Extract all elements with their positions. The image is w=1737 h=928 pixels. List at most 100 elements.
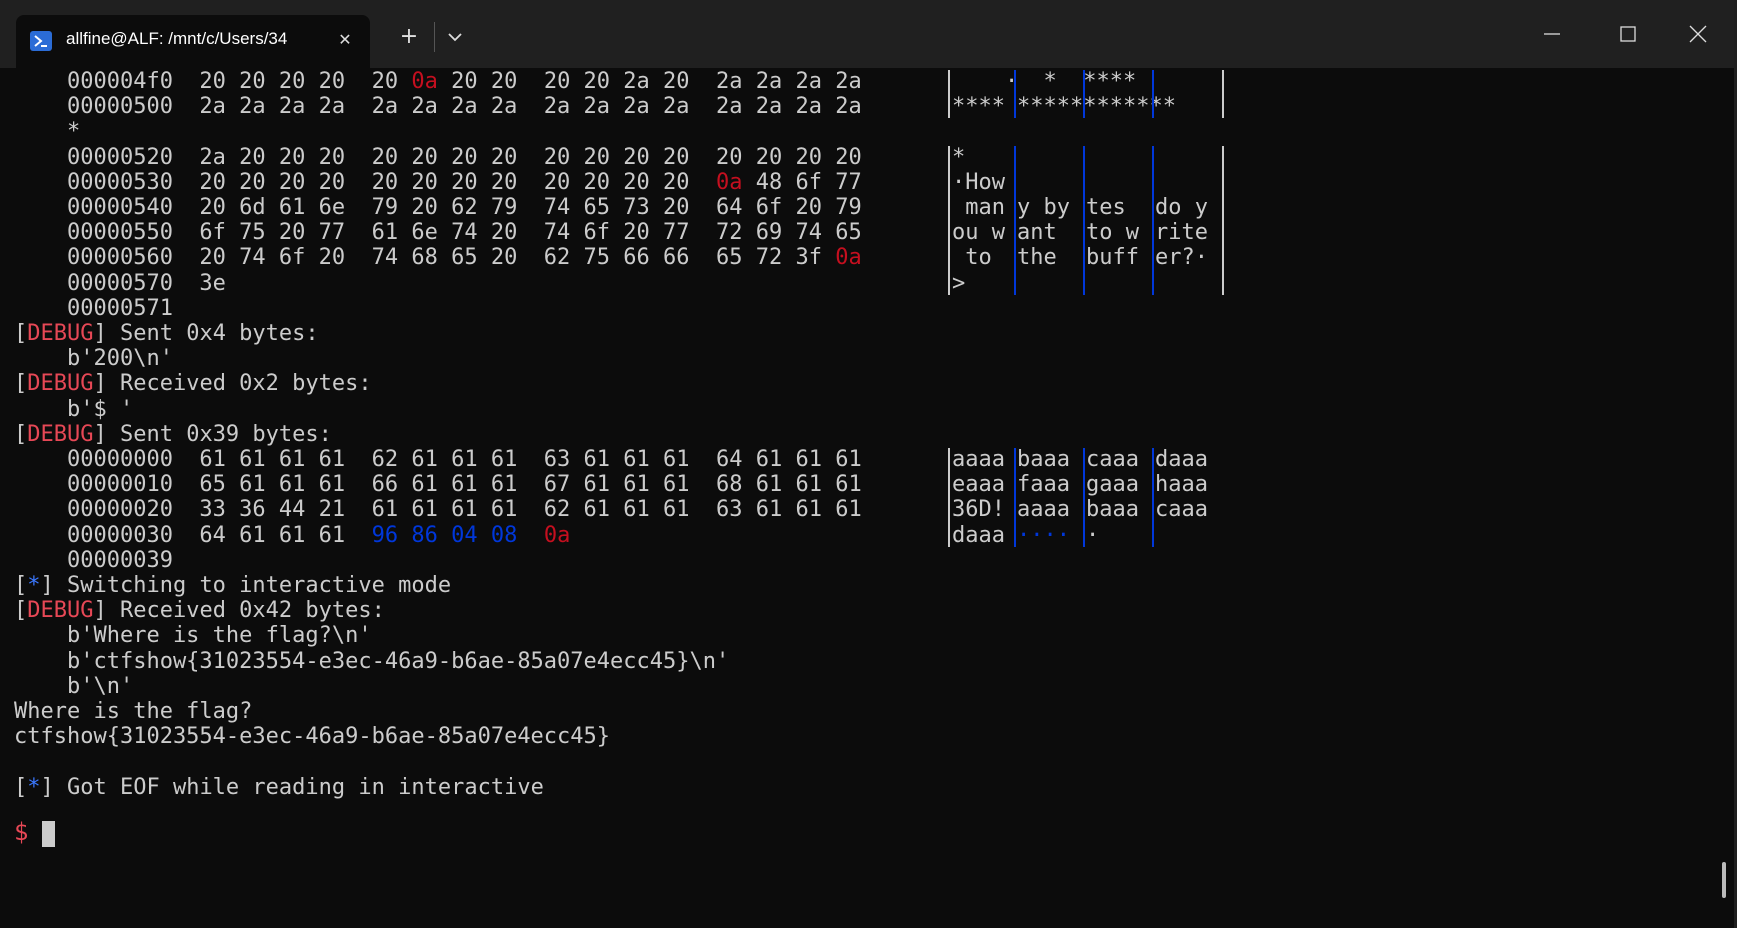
ascii-dump-cell: >: [952, 270, 966, 296]
dump-column-separator: [1083, 448, 1085, 547]
message-text: ] Received 0x2 bytes:: [93, 371, 372, 397]
hex-bytes: 00000030 64 61 61 61: [14, 522, 372, 548]
ascii-dump-cell: daaa: [952, 522, 1005, 548]
ascii-dump-cell: er?·: [1155, 245, 1208, 271]
dump-column-separator: [1083, 145, 1085, 295]
terminal-line: 00000010 65 61 61 61 66 61 61 61 67 61 6…: [14, 472, 862, 498]
terminal-line: 00000550 6f 75 20 77 61 6e 74 20 74 6f 2…: [14, 220, 862, 246]
close-tab-icon[interactable]: ✕: [332, 27, 358, 53]
new-tab-button[interactable]: +: [392, 22, 426, 52]
title-bar: allfine@ALF: /mnt/c/Users/34 ✕ +: [0, 0, 1737, 68]
ascii-dump-cell: rite: [1155, 220, 1208, 246]
terminal-line: 00000530 20 20 20 20 20 20 20 20 20 20 2…: [14, 169, 862, 195]
bracket: [: [14, 598, 28, 624]
shell-prompt: $: [14, 818, 29, 846]
bracket: [: [14, 573, 28, 598]
terminal-line: b'$ ': [14, 396, 134, 422]
terminal-line: b'200\n': [14, 346, 173, 372]
terminal-line: 00000039: [14, 547, 173, 573]
ascii-dump-cell: baaa: [1017, 447, 1070, 472]
ascii-dump-cell: to: [952, 245, 1005, 271]
terminal-line: 00000000 61 61 61 61 62 61 61 61 63 61 6…: [14, 447, 862, 472]
ascii-dump-cell: *: [952, 144, 966, 170]
info-tag: *: [27, 774, 41, 800]
ascii-dump-cell: caaa: [1086, 447, 1139, 472]
ascii-dump-cell: ou w: [952, 220, 1005, 246]
dump-column-separator: [1152, 145, 1154, 295]
minimize-button[interactable]: [1522, 10, 1582, 58]
ascii-dump-cell: ·How: [952, 169, 1005, 195]
ascii-dump-cell: eaaa: [952, 472, 1005, 498]
debug-tag: DEBUG: [27, 321, 94, 346]
dump-column-separator: [1014, 145, 1016, 295]
terminal-line: b'ctfshow{31023554-e3ec-46a9-b6ae-85a07e…: [14, 648, 730, 674]
terminal-line: 00000560 20 74 6f 20 74 68 65 20 62 75 6…: [14, 245, 862, 271]
ascii-dump-cell: y by: [1017, 195, 1070, 220]
hex-newline-byte: 0a: [411, 69, 438, 94]
terminal-line: b'\n': [14, 673, 134, 699]
maximize-button[interactable]: [1598, 10, 1658, 58]
info-tag: *: [27, 573, 41, 598]
debug-tag: DEBUG: [27, 371, 94, 397]
terminal-line: 00000520 2a 20 20 20 20 20 20 20 20 20 2…: [14, 144, 862, 170]
ascii-dump-cell: aaaa: [1017, 497, 1070, 523]
ascii-dump-cell: 36D!: [952, 497, 1005, 523]
terminal-line: b'Where is the flag?\n': [14, 623, 372, 649]
bracket: [: [14, 421, 28, 447]
dump-column-separator: [1222, 145, 1224, 295]
tab-divider: [434, 22, 435, 52]
ascii-dump-cell: to w: [1086, 220, 1139, 246]
terminal-tab[interactable]: allfine@ALF: /mnt/c/Users/34 ✕: [16, 15, 370, 68]
dump-column-separator: [1152, 448, 1154, 547]
terminal-line: [DEBUG] Received 0x42 bytes:: [14, 597, 385, 625]
ascii-dump-cell: ·: [1086, 522, 1100, 548]
dump-column-separator: [1083, 70, 1085, 119]
ascii-dump-cell: faaa: [1017, 472, 1070, 498]
ascii-dump-cell: tes: [1086, 195, 1139, 220]
terminal-line: Where is the flag?: [14, 699, 253, 724]
text-cursor: [42, 821, 55, 847]
dump-column-separator: [948, 448, 950, 547]
terminal-line: 00000500 2a 2a 2a 2a 2a 2a 2a 2a 2a 2a 2…: [14, 94, 862, 120]
chevron-down-icon[interactable]: [442, 22, 468, 52]
dump-column-separator: [1014, 70, 1016, 119]
ascii-dump-cell: aaaa: [952, 447, 1005, 472]
terminal-line: *: [14, 119, 81, 145]
hex-newline-byte: 0a: [835, 245, 862, 271]
terminal-line: 00000570 3e: [14, 270, 226, 296]
ascii-dump-cell: haaa: [1155, 472, 1208, 498]
terminal-line: 000004f0 20 20 20 20 20 0a 20 20 20 20 2…: [14, 69, 862, 94]
close-window-button[interactable]: [1668, 10, 1728, 58]
ascii-dump-cell: * ****: [1017, 69, 1137, 94]
ascii-dump-cell: do y: [1155, 195, 1208, 220]
debug-tag: DEBUG: [27, 598, 94, 624]
dump-column-separator: [1222, 70, 1224, 119]
dump-column-separator: [1014, 448, 1016, 547]
terminal-line: 00000030 64 61 61 61 96 86 04 08 0a: [14, 522, 570, 550]
ascii-dump-cell: ····: [1017, 522, 1070, 548]
hex-bytes-highlight: 96 86 04 08: [371, 522, 518, 548]
message-text: ] Sent 0x39 bytes:: [93, 421, 332, 447]
terminal-line: 00000540 20 6d 61 6e 79 20 62 79 74 65 7…: [14, 195, 862, 220]
terminal-line: [*] Switching to interactive mode: [14, 572, 451, 600]
ascii-dump-cell: ****: [952, 94, 1005, 120]
terminal-line: [DEBUG] Received 0x2 bytes:: [14, 370, 372, 398]
ascii-dump-cell: man: [952, 195, 1005, 220]
terminal-line: [DEBUG] Sent 0x39 bytes:: [14, 421, 332, 449]
powershell-icon: [30, 31, 52, 51]
terminal-output[interactable]: 000004f0 20 20 20 20 20 0a 20 20 20 20 2…: [0, 68, 1737, 928]
message-text: ] Switching to interactive mode: [40, 573, 452, 598]
terminal-line: 00000571: [14, 295, 173, 321]
dump-column-separator: [948, 145, 950, 295]
terminal-line: [DEBUG] Sent 0x4 bytes:: [14, 320, 319, 348]
dump-column-separator: [1152, 70, 1154, 119]
terminal-line: 00000020 33 36 44 21 61 61 61 61 62 61 6…: [14, 497, 862, 523]
hex-newline-byte: 0a: [543, 522, 571, 548]
ascii-dump-cell: ant: [1017, 220, 1070, 246]
bracket: [: [14, 321, 28, 346]
scrollbar[interactable]: [1722, 862, 1726, 898]
ascii-dump-cell: caaa: [1155, 497, 1208, 523]
message-text: ] Received 0x42 bytes:: [93, 598, 385, 624]
terminal-line: [*] Got EOF while reading in interactive: [14, 774, 544, 802]
dump-column-separator: [948, 70, 950, 119]
